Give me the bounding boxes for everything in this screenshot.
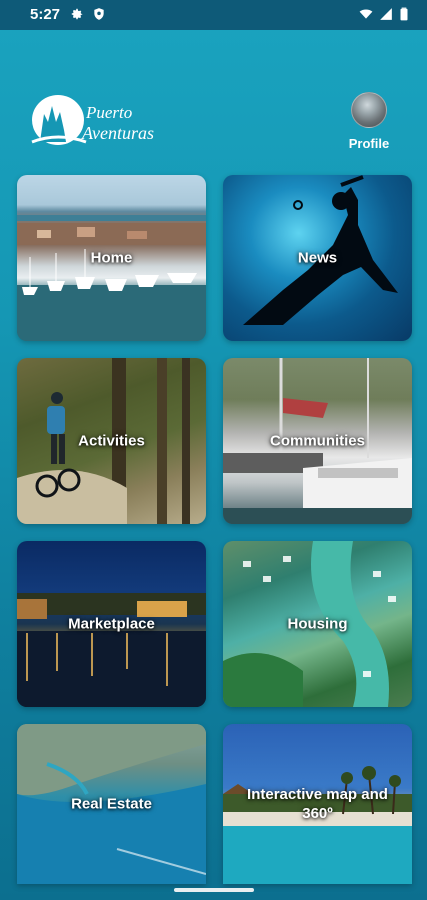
status-icons-right <box>359 7 409 21</box>
tile-home-label: Home <box>90 249 133 267</box>
status-time: 5:27 <box>30 6 61 23</box>
tile-activities-label: Activities <box>78 432 145 450</box>
profile-button[interactable]: Profile <box>339 92 399 151</box>
logo-graphic: Puerto Aventuras <box>31 95 154 145</box>
tile-activities[interactable]: Activities <box>17 358 206 524</box>
tile-news-label: News <box>297 249 338 267</box>
status-icons-left <box>70 7 106 21</box>
tile-housing-label: Housing <box>287 615 348 633</box>
svg-text:Aventuras: Aventuras <box>81 123 154 143</box>
puerto-aventuras-logo: Puerto Aventuras <box>30 92 170 152</box>
tile-real-estate[interactable]: Real Estate <box>17 724 206 884</box>
wifi-icon <box>359 9 373 19</box>
svg-text:Puerto: Puerto <box>85 103 132 122</box>
gear-icon <box>71 8 83 20</box>
tile-communities-label: Communities <box>269 432 365 450</box>
shield-icon <box>94 8 104 20</box>
profile-label: Profile <box>348 136 390 151</box>
status-bar: 5:27 <box>0 0 427 30</box>
signal-icon <box>380 8 392 20</box>
battery-icon <box>400 7 408 21</box>
home-indicator[interactable] <box>174 888 254 892</box>
tile-interactive-map[interactable]: Interactive map and 360º <box>223 724 412 884</box>
tile-home[interactable]: Home <box>17 175 206 341</box>
avatar[interactable] <box>351 92 387 128</box>
tile-news[interactable]: News <box>223 175 412 341</box>
tile-marketplace-label: Marketplace <box>68 615 155 633</box>
tile-communities[interactable]: Communities <box>223 358 412 524</box>
tile-marketplace[interactable]: Marketplace <box>17 541 206 707</box>
tile-interactive-map-label: Interactive map and 360º <box>247 786 388 822</box>
tile-housing[interactable]: Housing <box>223 541 412 707</box>
tile-real-estate-label: Real Estate <box>71 795 152 813</box>
